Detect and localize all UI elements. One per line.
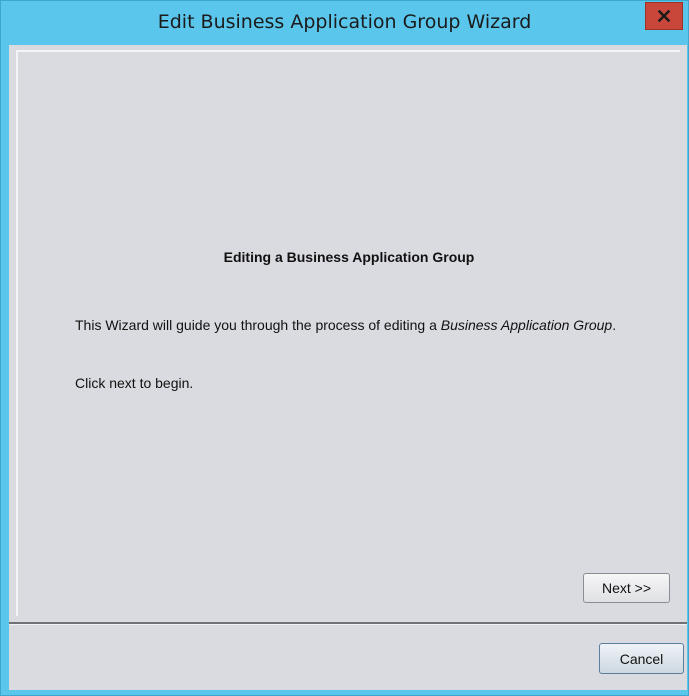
intro-text: This Wizard will guide you through the p… (75, 317, 441, 333)
button-divider (9, 622, 687, 625)
cancel-button[interactable]: Cancel (599, 643, 684, 674)
intro-suffix: . (612, 317, 617, 333)
title-bar[interactable]: Edit Business Application Group Wizard (1, 1, 688, 43)
window-title: Edit Business Application Group Wizard (157, 11, 532, 33)
intro-emphasis: Business Application Group (440, 317, 613, 333)
next-button[interactable]: Next >> (583, 573, 670, 603)
intro-paragraph: This Wizard will guide you through the p… (75, 315, 635, 336)
wizard-client-area: Editing a Business Application Group Thi… (9, 45, 687, 690)
close-icon (658, 10, 670, 22)
page-heading: Editing a Business Application Group (223, 249, 475, 265)
instruction-text: Click next to begin. (75, 375, 194, 391)
close-button[interactable] (645, 2, 683, 30)
wizard-window: Edit Business Application Group Wizard E… (0, 0, 689, 696)
